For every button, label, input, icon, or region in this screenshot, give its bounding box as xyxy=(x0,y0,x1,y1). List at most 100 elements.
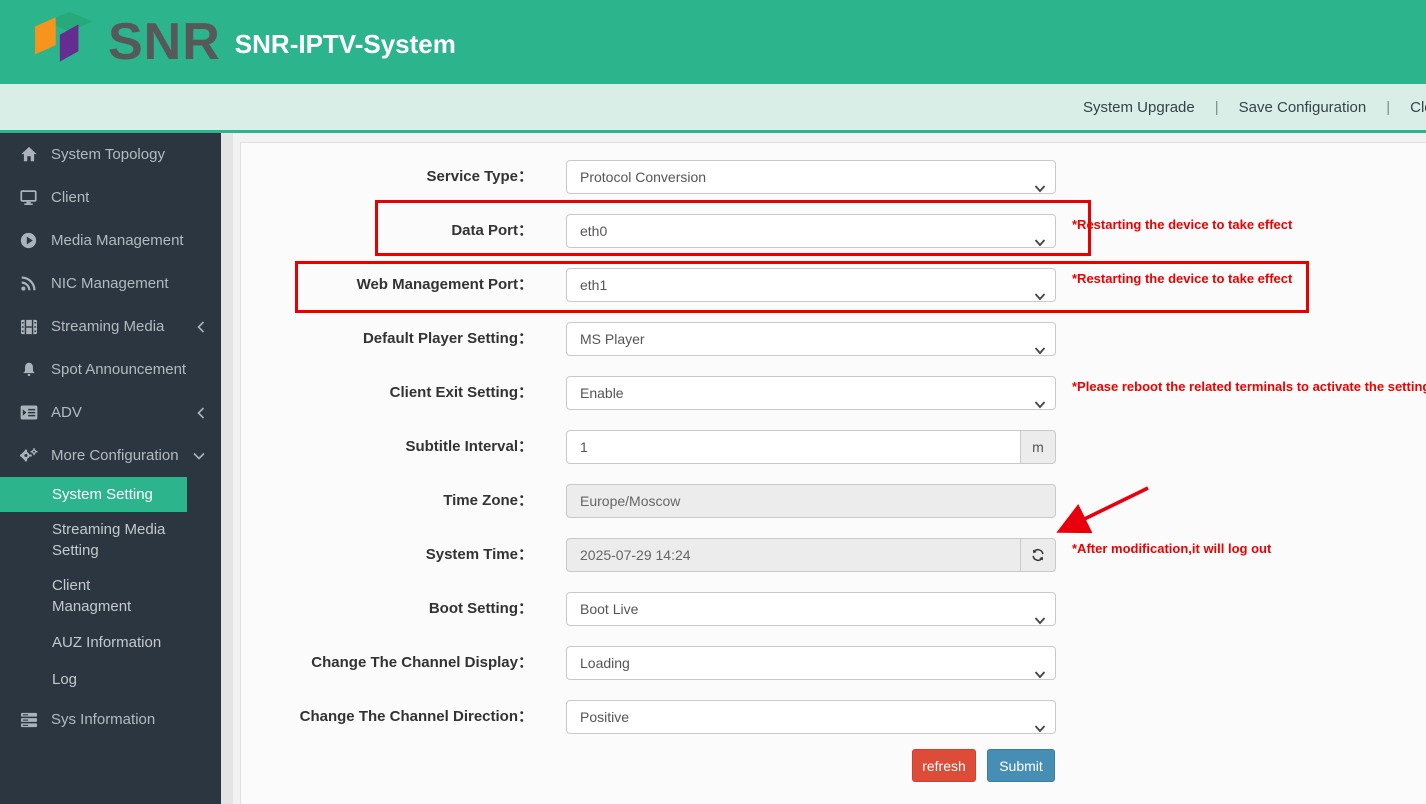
service-type-select[interactable]: Protocol Conversion xyxy=(566,160,1056,194)
unit-addon: m xyxy=(1020,430,1056,464)
sidebar-subitem-system-setting[interactable]: System Setting xyxy=(0,477,187,512)
settings-form-panel: Service Type： Protocol Conversion Data P… xyxy=(240,142,1426,804)
list-icon xyxy=(18,404,39,422)
sidebar-subitem-label: AUZ Information xyxy=(52,634,161,651)
play-circle-icon xyxy=(18,232,39,250)
select-value: Boot Live xyxy=(580,601,638,617)
chevron-left-icon xyxy=(197,407,205,419)
boot-setting-select[interactable]: Boot Live xyxy=(566,592,1056,626)
change-channel-direction-select[interactable]: Positive xyxy=(566,700,1056,734)
client-exit-setting-select[interactable]: Enable xyxy=(566,376,1056,410)
sidebar-item-streaming-media[interactable]: Streaming Media xyxy=(0,305,221,348)
separator: | xyxy=(1386,99,1390,116)
app-header: SNR SNR-IPTV-System xyxy=(0,0,1426,84)
form-row: System Time： 2025-07-29 14:24 xyxy=(241,538,1341,572)
film-icon xyxy=(18,318,39,336)
sidebar-item-label: Streaming Media xyxy=(51,318,164,335)
select-value: Positive xyxy=(580,709,629,725)
chevron-down-icon xyxy=(1034,172,1046,204)
topbar-links: System Upgrade | Save Configuration | Cl… xyxy=(1083,84,1426,130)
sidebar-subitem-log[interactable]: Log xyxy=(0,661,221,698)
select-value: MS Player xyxy=(580,331,645,347)
sidebar: System Topology Client Media Management … xyxy=(0,133,221,804)
change-channel-display-label: Change The Channel Display： xyxy=(241,646,533,680)
subtitle-interval-label: Subtitle Interval： xyxy=(241,430,533,464)
sidebar-item-sys-information[interactable]: Sys Information xyxy=(0,698,221,741)
form-row: Data Port： eth0 xyxy=(241,214,1341,248)
sidebar-item-nic-management[interactable]: NIC Management xyxy=(0,262,221,305)
system-time-label: System Time： xyxy=(241,538,533,572)
chevron-down-icon xyxy=(1034,388,1046,420)
chevron-down-icon xyxy=(193,452,205,460)
sidebar-item-adv[interactable]: ADV xyxy=(0,391,221,434)
form-row: Web Management Port： eth1 xyxy=(241,268,1341,302)
chevron-down-icon xyxy=(1034,712,1046,744)
boot-setting-label: Boot Setting： xyxy=(241,592,533,626)
page-title: SNR-IPTV-System xyxy=(235,29,456,60)
snr-logo-icon xyxy=(34,9,96,75)
submit-button[interactable]: Submit xyxy=(987,749,1055,782)
sidebar-subitem-label: Client Managment xyxy=(52,575,170,617)
data-port-label: Data Port： xyxy=(241,214,533,248)
sidebar-subitem-client-managment[interactable]: Client Managment xyxy=(0,568,221,624)
refresh-icon xyxy=(1031,548,1045,562)
save-configuration-link[interactable]: Save Configuration xyxy=(1239,99,1367,116)
clear-cache-link[interactable]: Clear Cache xyxy=(1410,99,1426,116)
client-exit-setting-label: Client Exit Setting： xyxy=(241,376,533,410)
sidebar-item-label: ADV xyxy=(51,404,82,421)
sidebar-subitem-label: Streaming Media Setting xyxy=(52,519,170,561)
sidebar-scrollbar[interactable] xyxy=(221,133,233,804)
chevron-down-icon xyxy=(1034,658,1046,690)
form-row: Change The Channel Direction： Positive xyxy=(241,700,1341,734)
sidebar-item-label: Client xyxy=(51,189,89,206)
form-row: Boot Setting： Boot Live xyxy=(241,592,1341,626)
topbar: System Upgrade | Save Configuration | Cl… xyxy=(0,84,1426,133)
sidebar-item-label: NIC Management xyxy=(51,275,169,292)
time-zone-label: Time Zone： xyxy=(241,484,533,518)
time-zone-input: Europe/Moscow xyxy=(566,484,1056,518)
refresh-button[interactable]: refresh xyxy=(912,749,976,782)
sidebar-item-label: System Topology xyxy=(51,146,165,163)
sidebar-subitem-streaming-media-setting[interactable]: Streaming Media Setting xyxy=(0,512,221,568)
select-value: eth0 xyxy=(580,223,607,239)
subtitle-interval-input[interactable]: 1 xyxy=(566,430,1020,464)
web-management-port-label: Web Management Port： xyxy=(241,268,533,302)
chevron-down-icon xyxy=(1034,334,1046,366)
sidebar-subitem-auz-information[interactable]: AUZ Information xyxy=(0,624,221,661)
sidebar-item-media-management[interactable]: Media Management xyxy=(0,219,221,262)
sidebar-item-system-topology[interactable]: System Topology xyxy=(0,133,221,176)
system-time-input: 2025-07-29 14:24 xyxy=(566,538,1020,572)
server-icon xyxy=(18,711,39,729)
rss-icon xyxy=(18,275,39,293)
separator: | xyxy=(1215,99,1219,116)
change-channel-display-select[interactable]: Loading xyxy=(566,646,1056,680)
sidebar-item-client[interactable]: Client xyxy=(0,176,221,219)
sidebar-item-spot-announcement[interactable]: Spot Announcement xyxy=(0,348,221,391)
sidebar-item-more-configuration[interactable]: More Configuration xyxy=(0,434,221,477)
service-type-label: Service Type： xyxy=(241,160,533,194)
sidebar-item-label: Media Management xyxy=(51,232,184,249)
select-value: eth1 xyxy=(580,277,607,293)
chevron-down-icon xyxy=(1034,226,1046,258)
form-row: Default Player Setting： MS Player xyxy=(241,322,1341,356)
form-row: Time Zone： Europe/Moscow xyxy=(241,484,1341,518)
select-value: Protocol Conversion xyxy=(580,169,706,185)
form-row: Client Exit Setting： Enable xyxy=(241,376,1341,410)
gears-icon xyxy=(18,447,39,465)
sidebar-subitem-label: Log xyxy=(52,671,77,688)
form-row: Subtitle Interval： 1 m xyxy=(241,430,1341,464)
chevron-down-icon xyxy=(1034,604,1046,636)
system-upgrade-link[interactable]: System Upgrade xyxy=(1083,99,1195,116)
web-management-port-select[interactable]: eth1 xyxy=(566,268,1056,302)
chevron-down-icon xyxy=(1034,280,1046,312)
select-value: Enable xyxy=(580,385,624,401)
logo-wordmark: SNR xyxy=(108,0,221,84)
bell-icon xyxy=(18,361,39,379)
refresh-time-button[interactable] xyxy=(1020,538,1056,572)
sidebar-subitem-label: System Setting xyxy=(52,486,153,503)
default-player-setting-select[interactable]: MS Player xyxy=(566,322,1056,356)
monitor-icon xyxy=(18,189,39,207)
default-player-setting-label: Default Player Setting： xyxy=(241,322,533,356)
main-content: Service Type： Protocol Conversion Data P… xyxy=(233,133,1426,804)
data-port-select[interactable]: eth0 xyxy=(566,214,1056,248)
